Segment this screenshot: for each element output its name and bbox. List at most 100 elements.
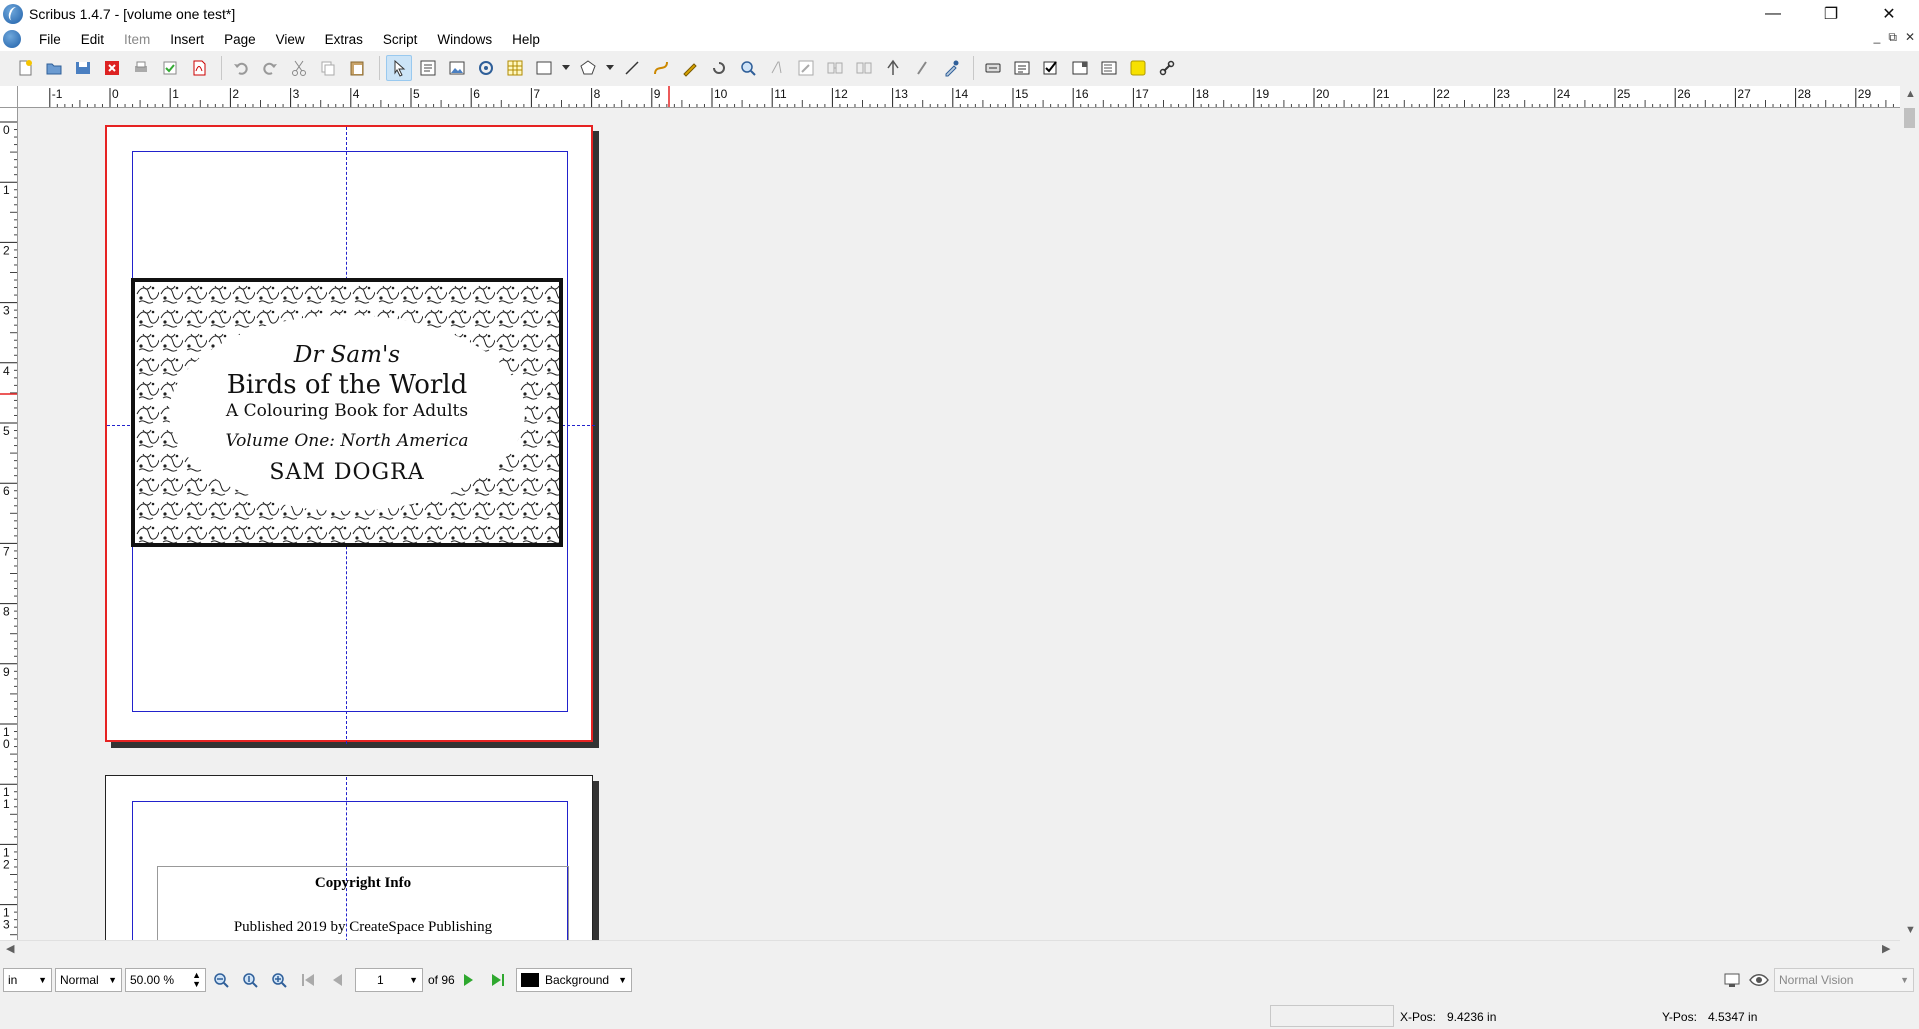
chevron-down-icon[interactable]: [560, 55, 572, 81]
ruler-corner[interactable]: [0, 86, 18, 108]
layer-select[interactable]: Background ▼: [516, 968, 632, 992]
close-button[interactable]: ✕: [1860, 0, 1918, 27]
restore-button[interactable]: ❐: [1802, 0, 1860, 27]
zoom-spinbox[interactable]: 50.00 % ▲ ▼: [125, 968, 206, 992]
freehand-line-icon[interactable]: [677, 55, 703, 81]
image-frame-icon[interactable]: [444, 55, 470, 81]
menu-insert[interactable]: Insert: [160, 32, 214, 47]
cut-icon[interactable]: [286, 55, 312, 81]
zoom-in-icon[interactable]: [268, 969, 290, 991]
cover-author-name: SAM DOGRA: [269, 460, 425, 485]
menu-page[interactable]: Page: [214, 32, 266, 47]
title-bar: Scribus 1.4.7 - [volume one test*] — ❐ ✕: [0, 0, 1919, 27]
zoom-out-icon[interactable]: [210, 969, 232, 991]
scroll-left-arrow[interactable]: ◀: [6, 942, 14, 955]
last-page-icon[interactable]: [487, 969, 509, 991]
horizontal-scrollbar[interactable]: ◀ ▶: [0, 940, 1900, 957]
table-icon[interactable]: [502, 55, 528, 81]
menu-file[interactable]: File: [29, 32, 71, 47]
scroll-up-arrow[interactable]: ▲: [1905, 88, 1916, 100]
edit-text-story-editor-icon[interactable]: [793, 55, 819, 81]
copy-icon[interactable]: [315, 55, 341, 81]
document-canvas[interactable]: Dr Sam's Birds of the World A Colouring …: [19, 109, 1900, 940]
preview-mode-select[interactable]: Normal ▼: [55, 968, 122, 992]
ruler-label: 2: [232, 87, 239, 101]
print-icon[interactable]: [128, 55, 154, 81]
menu-help[interactable]: Help: [502, 32, 550, 47]
link-text-frames-icon[interactable]: [822, 55, 848, 81]
paste-icon[interactable]: [344, 55, 370, 81]
vision-mode-select[interactable]: Normal Vision ▼: [1774, 968, 1914, 992]
publisher-line: Published 2019 by CreateSpace Publishing: [233, 919, 493, 935]
rotate-item-icon[interactable]: [706, 55, 732, 81]
chevron-down-icon[interactable]: [604, 55, 616, 81]
new-document-icon[interactable]: [12, 55, 38, 81]
menu-extras[interactable]: Extras: [315, 32, 373, 47]
main-toolbar: [0, 51, 1919, 85]
preflight-verifier-icon[interactable]: [157, 55, 183, 81]
copyright-text-frame[interactable]: Copyright Info Published 2019 by CreateS…: [157, 866, 569, 940]
menu-view[interactable]: View: [266, 32, 315, 47]
doc-minimize-button[interactable]: _: [1874, 30, 1881, 45]
eye-icon[interactable]: [1748, 969, 1770, 991]
minimize-button[interactable]: —: [1744, 0, 1802, 27]
zoom-icon[interactable]: [735, 55, 761, 81]
chevron-down-icon: ▼: [38, 975, 47, 985]
layer-name: Background: [545, 973, 610, 987]
bezier-curve-icon[interactable]: [648, 55, 674, 81]
line-icon[interactable]: [619, 55, 645, 81]
ruler-label: 26: [1677, 87, 1691, 101]
save-icon[interactable]: [70, 55, 96, 81]
copy-properties-icon[interactable]: [909, 55, 935, 81]
ruler-label: 13: [895, 87, 909, 101]
menu-edit[interactable]: Edit: [71, 32, 114, 47]
first-page-icon[interactable]: [297, 969, 319, 991]
open-document-icon[interactable]: [41, 55, 67, 81]
save-as-pdf-icon[interactable]: [186, 55, 212, 81]
vertical-scrollbar[interactable]: ▲ ▼: [1900, 86, 1919, 940]
menu-item[interactable]: Item: [114, 32, 160, 47]
unit-select[interactable]: in ▼: [3, 968, 52, 992]
undo-icon[interactable]: [228, 55, 254, 81]
spin-arrows-icon[interactable]: ▲ ▼: [192, 971, 201, 989]
document-menu-icon[interactable]: [3, 30, 21, 48]
pdf-list-box-icon[interactable]: [1096, 55, 1122, 81]
render-frame-icon[interactable]: [473, 55, 499, 81]
ruler-label: 23: [1497, 87, 1511, 101]
ypos-value: 4.5347 in: [1708, 1010, 1758, 1024]
previous-page-icon[interactable]: [326, 969, 348, 991]
vertical-ruler[interactable]: 012345678910111213: [0, 108, 18, 940]
menu-windows[interactable]: Windows: [427, 32, 502, 47]
pdf-push-button-icon[interactable]: [980, 55, 1006, 81]
scroll-right-arrow[interactable]: ▶: [1882, 942, 1890, 955]
redo-icon[interactable]: [257, 55, 283, 81]
close-document-icon[interactable]: [99, 55, 125, 81]
edit-contents-icon[interactable]: [764, 55, 790, 81]
pdf-text-field-icon[interactable]: [1009, 55, 1035, 81]
doc-close-button[interactable]: ✕: [1905, 30, 1915, 45]
zoom-100-icon[interactable]: [239, 969, 261, 991]
link-annotation-icon[interactable]: [1154, 55, 1180, 81]
pdf-check-box-icon[interactable]: [1038, 55, 1064, 81]
doc-restore-button[interactable]: ⧉: [1888, 30, 1897, 45]
page-number-select[interactable]: 1 ▼: [355, 968, 423, 992]
pdf-combo-box-icon[interactable]: [1067, 55, 1093, 81]
cover-title: Birds of the World: [226, 370, 468, 400]
measurements-icon[interactable]: [880, 55, 906, 81]
ruler-label: 27: [1737, 87, 1751, 101]
vertical-scroll-thumb[interactable]: [1904, 108, 1915, 128]
shape-icon[interactable]: [531, 55, 557, 81]
horizontal-ruler[interactable]: -1 0 1 2 3 4 5 6 7 8 9 10 11 12 13 14 15 16 17 18 19 20 21 22 23…: [18, 86, 1900, 108]
cover-image-frame[interactable]: Dr Sam's Birds of the World A Colouring …: [131, 278, 563, 547]
window-title: Scribus 1.4.7 - [volume one test*]: [29, 5, 236, 22]
unlink-text-frames-icon[interactable]: [851, 55, 877, 81]
scroll-down-arrow[interactable]: ▼: [1905, 924, 1916, 936]
text-annotation-icon[interactable]: [1125, 55, 1151, 81]
eye-dropper-icon[interactable]: [938, 55, 964, 81]
preview-toggle-icon[interactable]: [1721, 969, 1743, 991]
text-frame-icon[interactable]: [415, 55, 441, 81]
menu-script[interactable]: Script: [373, 32, 428, 47]
select-item-icon[interactable]: [386, 55, 412, 81]
polygon-icon[interactable]: [575, 55, 601, 81]
next-page-icon[interactable]: [458, 969, 480, 991]
